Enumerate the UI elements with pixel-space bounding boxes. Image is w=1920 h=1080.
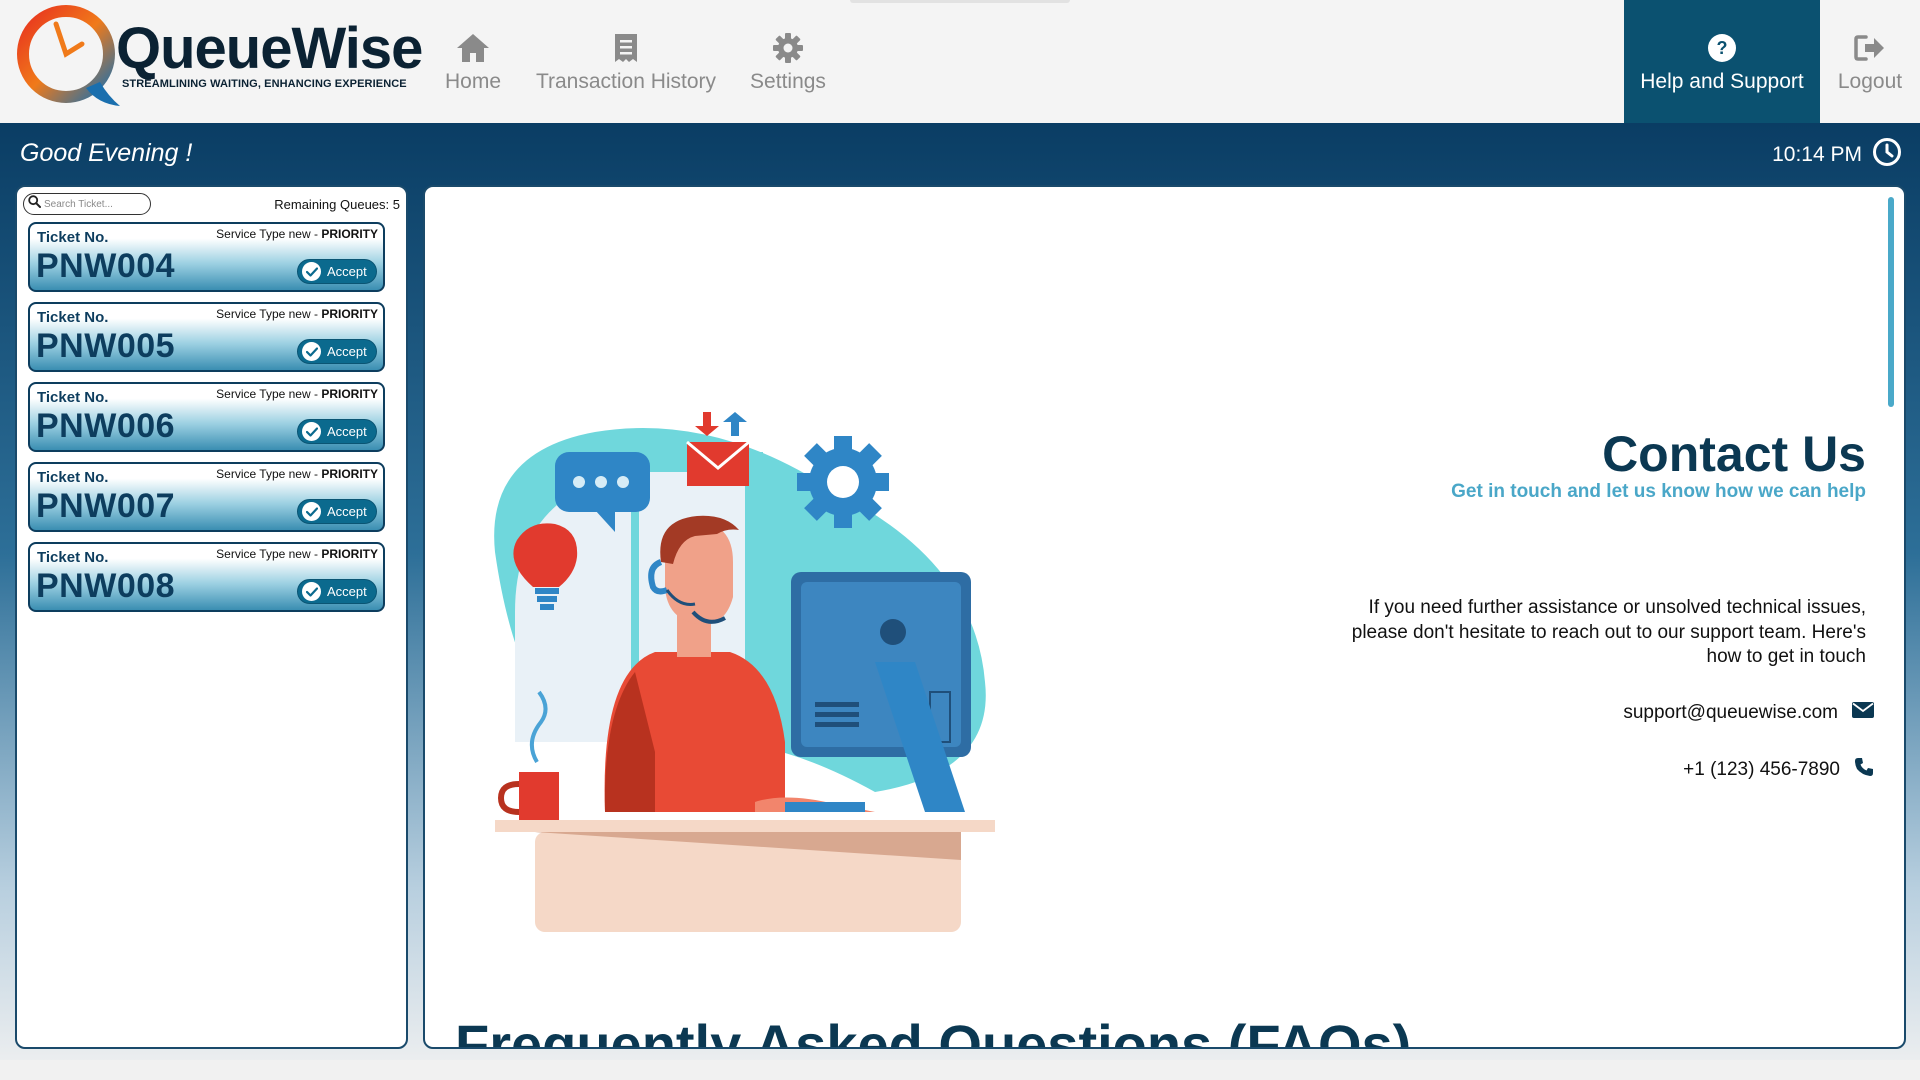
clock-icon — [1872, 137, 1902, 173]
receipt-icon — [606, 30, 646, 66]
service-priority: PRIORITY — [321, 307, 378, 321]
faq-heading: Frequently Asked Questions (FAQs) — [455, 1013, 1412, 1049]
nav-help-label: Help and Support — [1640, 69, 1804, 93]
accept-button[interactable]: Accept — [297, 259, 377, 284]
svg-text:?: ? — [1717, 38, 1728, 58]
check-icon — [302, 262, 321, 281]
check-icon — [302, 582, 321, 601]
accept-label: Accept — [327, 264, 367, 279]
brand-tagline: STREAMLINING WAITING, ENHANCING EXPERIEN… — [122, 78, 407, 90]
ticket-number-label: Ticket No. — [37, 469, 109, 486]
support-phone-text[interactable]: +1 (123) 456-7890 — [1683, 759, 1840, 781]
current-time: 10:14 PM — [1772, 143, 1862, 166]
accept-label: Accept — [327, 584, 367, 599]
queue-panel: Remaining Queues: 5 Ticket No. Service Ty… — [15, 185, 408, 1049]
page-bottom-strip — [0, 1060, 1920, 1080]
clock-display: 10:14 PM — [1772, 137, 1902, 173]
service-type-prefix: Service Type new - — [216, 547, 322, 561]
gear-icon — [768, 30, 808, 66]
ticket-number-label: Ticket No. — [37, 229, 109, 246]
phone-icon — [1854, 757, 1874, 783]
ticket-id: PNW007 — [36, 487, 176, 525]
check-icon — [302, 502, 321, 521]
support-phone[interactable]: +1 (123) 456-7890 — [1683, 757, 1874, 783]
remaining-queues: Remaining Queues: 5 — [274, 197, 400, 212]
nav-history-label: Transaction History — [535, 69, 717, 93]
ticket-card: Ticket No. Service Type new - PRIORITY PNW… — [28, 222, 385, 292]
ticket-number-label: Ticket No. — [37, 549, 109, 566]
ticket-search[interactable] — [23, 193, 151, 215]
ticket-id: PNW006 — [36, 407, 176, 445]
content-scrollbar[interactable] — [1888, 197, 1894, 407]
nav-home[interactable]: Home — [440, 0, 506, 123]
envelope-icon — [1852, 702, 1874, 724]
ticket-card: Ticket No. Service Type new - PRIORITY PNW… — [28, 302, 385, 372]
home-icon — [453, 30, 493, 66]
ticket-id: PNW008 — [36, 567, 176, 605]
ticket-card: Ticket No. Service Type new - PRIORITY PNW… — [28, 462, 385, 532]
nav-help-and-support[interactable]: ? Help and Support — [1624, 0, 1820, 123]
service-type: Service Type new - PRIORITY — [216, 547, 378, 561]
check-icon — [302, 342, 321, 361]
ticket-number-label: Ticket No. — [37, 309, 109, 326]
accept-label: Accept — [327, 424, 367, 439]
service-type: Service Type new - PRIORITY — [216, 387, 378, 401]
nav-settings-label: Settings — [750, 69, 826, 93]
nav-transaction-history[interactable]: Transaction History — [536, 0, 716, 123]
contact-us-description: If you need further assistance or unsolv… — [1351, 597, 1866, 668]
ticket-card: Ticket No. Service Type new - PRIORITY PNW… — [28, 382, 385, 452]
contact-us-subtitle: Get in touch and let us know how we can … — [1451, 481, 1866, 502]
brand-name: QueueWise — [116, 16, 423, 81]
nav-logout-label: Logout — [1837, 69, 1903, 93]
service-type-prefix: Service Type new - — [216, 467, 322, 481]
search-icon — [28, 195, 41, 213]
nav-home-label: Home — [444, 69, 502, 93]
service-type-prefix: Service Type new - — [216, 307, 322, 321]
ticket-id: PNW005 — [36, 327, 176, 365]
ticket-number-label: Ticket No. — [37, 389, 109, 406]
help-support-panel: Contact Us Get in touch and let us know … — [423, 185, 1906, 1049]
question-circle-icon: ? — [1702, 30, 1742, 66]
accept-label: Accept — [327, 344, 367, 359]
accept-label: Accept — [327, 504, 367, 519]
service-priority: PRIORITY — [321, 227, 378, 241]
logout-icon — [1850, 30, 1890, 66]
service-type-prefix: Service Type new - — [216, 387, 322, 401]
accept-button[interactable]: Accept — [297, 499, 377, 524]
brand-logo[interactable]: QueueWise STREAMLINING WAITING, ENHANCIN… — [16, 0, 423, 112]
topbar-divider — [850, 0, 1070, 3]
customer-support-illustration — [494, 412, 995, 932]
nav-settings[interactable]: Settings — [744, 0, 832, 123]
service-type-prefix: Service Type new - — [216, 227, 322, 241]
main-area: Good Evening ! 10:14 PM Remaining Queues… — [0, 123, 1920, 1080]
contact-us-title: Contact Us — [1602, 426, 1866, 482]
service-type: Service Type new - PRIORITY — [216, 467, 378, 481]
accept-button[interactable]: Accept — [297, 339, 377, 364]
service-type: Service Type new - PRIORITY — [216, 227, 378, 241]
service-priority: PRIORITY — [321, 387, 378, 401]
accept-button[interactable]: Accept — [297, 579, 377, 604]
service-type: Service Type new - PRIORITY — [216, 307, 378, 321]
service-priority: PRIORITY — [321, 547, 378, 561]
greeting-text: Good Evening ! — [20, 139, 193, 167]
nav-logout[interactable]: Logout — [1828, 0, 1912, 123]
ticket-id: PNW004 — [36, 247, 176, 285]
check-icon — [302, 422, 321, 441]
ticket-card: Ticket No. Service Type new - PRIORITY PNW… — [28, 542, 385, 612]
support-email[interactable]: support@queuewise.com — [1623, 702, 1874, 724]
accept-button[interactable]: Accept — [297, 419, 377, 444]
queuewise-logo-icon — [17, 5, 120, 106]
top-navigation-bar: QueueWise STREAMLINING WAITING, ENHANCIN… — [0, 0, 1920, 123]
service-priority: PRIORITY — [321, 467, 378, 481]
support-email-text[interactable]: support@queuewise.com — [1623, 702, 1838, 724]
search-input[interactable] — [44, 198, 144, 210]
